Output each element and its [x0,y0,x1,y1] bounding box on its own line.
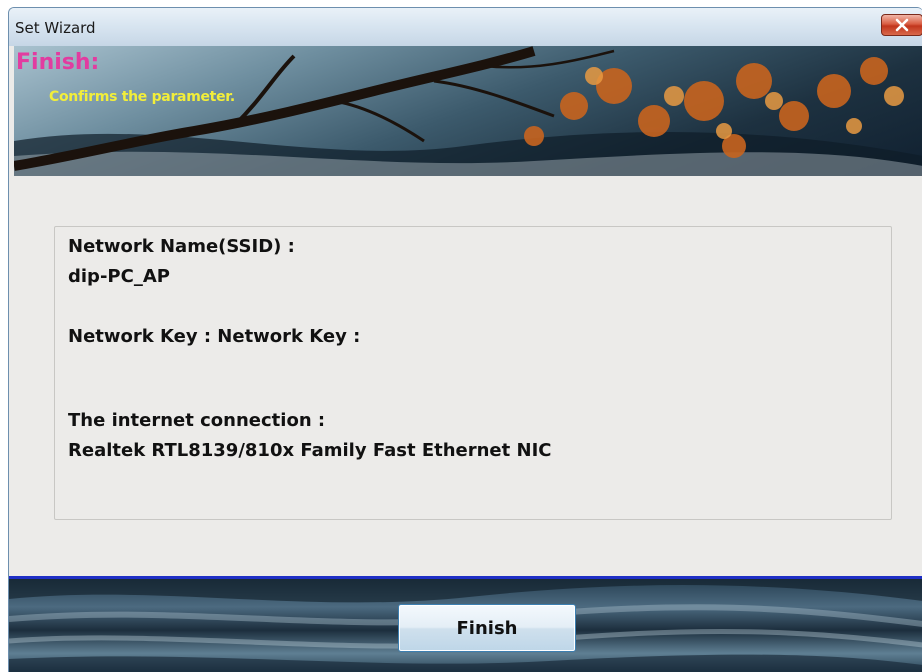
connection-label: The internet connection : [68,410,326,431]
window-title: Set Wizard [15,19,96,37]
title-bar[interactable]: Set Wizard [9,8,922,46]
banner-artwork [14,46,922,176]
banner-subtitle: Confirms the parameter. [49,89,235,105]
connection-value: Realtek RTL8139/810x Family Fast Etherne… [68,440,552,461]
header-banner: Finish: Confirms the parameter. [14,46,922,176]
finish-button[interactable]: Finish [398,604,576,652]
ssid-label: Network Name(SSID) : [68,236,295,257]
summary-panel [54,226,892,520]
set-wizard-window: Set Wizard Finish: Confirms the paramete… [8,7,922,672]
close-button[interactable] [881,14,922,36]
network-key-label: Network Key : Network Key : [68,326,361,347]
banner-title: Finish: [16,50,100,75]
close-icon [895,18,909,32]
ssid-value: dip-PC_AP [68,266,170,287]
